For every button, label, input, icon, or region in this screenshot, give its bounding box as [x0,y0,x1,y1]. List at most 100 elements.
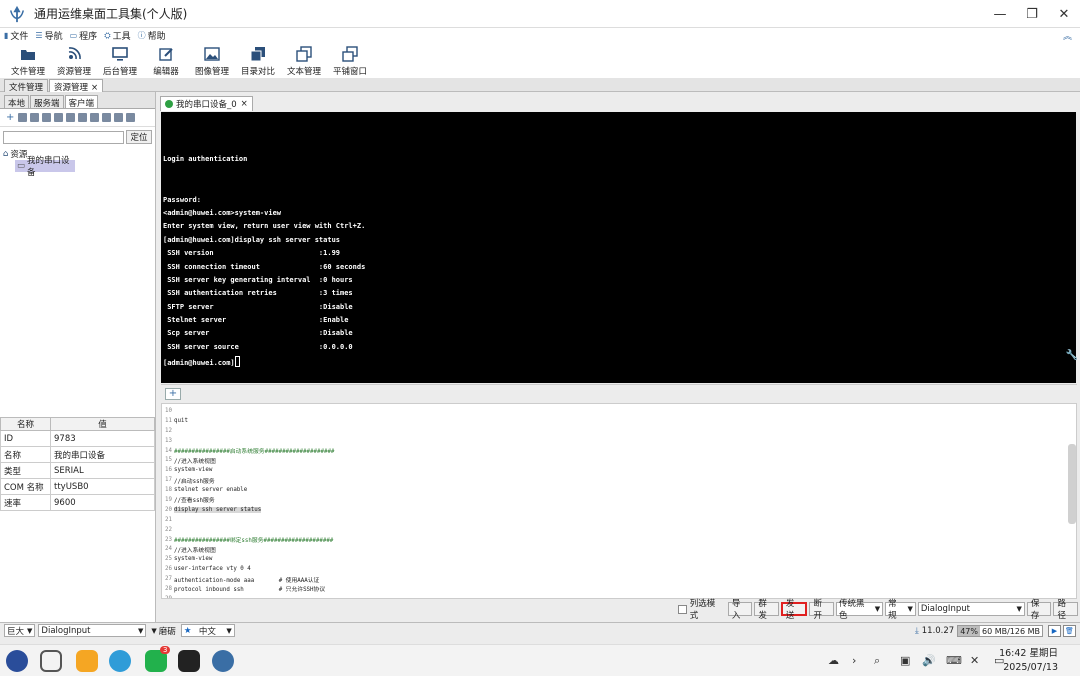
login-icon[interactable] [30,113,39,122]
toolbar-resource-manager[interactable]: 资源管理 [52,43,96,78]
multitask-icon[interactable] [40,650,62,672]
send-button[interactable]: 发送 [780,599,808,621]
toolbar-dir-compare[interactable]: 目录对比 [236,43,280,78]
broadcast-button[interactable]: 群发 [754,599,779,621]
import-icon[interactable] [102,113,111,122]
menu-navigate[interactable]: ☰ 导航 [35,29,62,42]
table-row[interactable]: ID 9783 [0,430,155,447]
list-item: 15//进入系统视图 [165,457,216,465]
menu-file[interactable]: ▮ 文件 [4,29,28,42]
import-button[interactable]: 导入 [727,599,753,621]
new-folder-icon[interactable] [18,113,27,122]
tab-server[interactable]: 服务端 [30,95,64,109]
theme-select[interactable]: 传统黑色 ▼ [835,599,884,621]
terminal-line: SSH server key generating interval :0 ho… [163,275,353,284]
tab-local[interactable]: 本地 [4,95,30,109]
copy-icon[interactable] [66,113,75,122]
screenshot-icon[interactable]: ▣ [900,654,910,667]
list-item: 14 ################启动系统服务################… [165,447,335,456]
toolbar-editor[interactable]: 编辑器 [144,43,188,78]
refresh-icon[interactable] [126,113,135,122]
list-mode-checkbox[interactable] [678,604,687,614]
add-button[interactable]: + [165,388,181,400]
path-button[interactable]: 路径 [1053,599,1078,621]
style-select[interactable]: ▼ 磨砺 [149,624,177,637]
search-icon[interactable]: ⌕ [874,654,880,668]
list-mode-label: 列选模式 [689,599,716,621]
table-row[interactable]: 名称 我的串口设备 [0,446,155,463]
toolbar-image-manager[interactable]: 图像管理 [190,43,234,78]
compare-icon [250,47,265,62]
keyboard-icon[interactable]: ⌨ [946,654,962,667]
terminal-line: Enter system view, return user view with… [163,222,366,231]
filter-icon[interactable] [90,113,99,122]
disconnect-button[interactable]: 断开 [809,599,834,621]
language-select[interactable]: ★ 中文 ▼ [180,624,235,637]
font-family-select[interactable]: DialogInput ▼ [38,624,147,637]
memory-usage: 60 MB/126 MB [979,626,1042,636]
edit-icon[interactable] [42,113,51,122]
menu-tools[interactable]: ⛭ 工具 [104,29,130,43]
terminal-output[interactable]: Login authentication Password: <admin@hu… [161,112,1076,383]
tab-file-manager[interactable]: 文件管理 [4,79,49,93]
session-panel: 我的串口设备_0 × Login authentication Password… [158,92,1080,622]
tools-icon: ⛭ [104,30,111,40]
browser-app-icon[interactable] [109,650,131,672]
list-icon: ☰ [35,31,43,40]
add-icon[interactable]: + [6,113,15,123]
toolbar-tile-windows[interactable]: 平铺窗口 [328,43,372,78]
menu-help[interactable]: ⓘ 帮助 [138,29,166,42]
module-tabs: 文件管理 资源管理 × [0,78,1080,93]
chevron-down-icon: ▼ [151,626,157,635]
tree-search-input[interactable] [3,130,124,144]
edit-icon [159,48,173,61]
system-clock[interactable]: 16:42 星期日 2025/07/13 [999,647,1058,675]
locate-button[interactable]: 定位 [126,130,152,144]
cloud-icon[interactable]: ☁ [828,654,839,667]
toolbar-file-manager[interactable]: 文件管理 [6,43,50,78]
delete-icon[interactable] [54,113,63,122]
menu-program[interactable]: ▭ 程序 [70,29,98,42]
font-select[interactable]: DialogInput ▼ [917,602,1025,616]
editor-scrollbar[interactable] [1068,444,1076,524]
table-row[interactable]: 类型 SERIAL [0,462,155,479]
tab-resource-manager[interactable]: 资源管理 × [49,79,104,93]
restore-button[interactable]: ❐ [1016,0,1048,28]
list-item: 12 [165,427,172,434]
play-icon[interactable]: ▶ [1048,625,1061,637]
windows-icon [342,46,358,62]
notification-badge: 3 [160,646,171,654]
toolbar-backend-manager[interactable]: 后台管理 [98,43,142,78]
tree-node-serial-device[interactable]: ▭ 我的串口设备 [15,156,75,178]
close-tab-icon[interactable]: × [241,99,248,109]
files-app-icon[interactable] [76,650,98,672]
export-icon[interactable] [114,113,123,122]
network-off-icon[interactable]: ✕ [970,654,979,667]
trash-icon[interactable]: 🗑 [1063,625,1076,637]
chevron-right-icon[interactable]: › [852,654,856,667]
minimize-button[interactable]: — [984,0,1016,28]
tab-serial-session[interactable]: 我的串口设备_0 × [160,96,253,111]
tree-node-root[interactable]: ⌂ 资源 [3,148,152,160]
close-button[interactable]: ✕ [1048,0,1080,28]
terminal-app-icon[interactable] [178,650,200,672]
volume-icon[interactable]: 🔊 [922,654,936,667]
menu-bar: ▮ 文件 ☰ 导航 ▭ 程序 ⛭ 工具 ⓘ 帮助 ︽ [0,28,1080,43]
mode-select[interactable]: 常规 ▼ [885,599,916,621]
move-icon[interactable] [78,113,87,122]
tab-client[interactable]: 客户端 [64,95,99,109]
collapse-ribbon-icon[interactable]: ︽ [1063,29,1072,42]
size-select[interactable]: 巨大 ▼ [4,624,36,637]
terminal-line: SSH connection timeout :60 seconds [163,262,366,271]
table-row[interactable]: 速率 9600 [0,494,155,511]
table-row[interactable]: COM 名称 ttyUSB0 [0,478,155,495]
command-editor[interactable]: 10 11 quit 12 13 14 ################启动系统服务… [161,403,1077,599]
ops-tool-app-icon[interactable] [212,650,234,672]
toolbar-text-manager[interactable]: 文本管理 [282,43,326,78]
list-item: 21 [165,516,172,523]
copy-icon [296,46,312,62]
editor-toolbar: + [161,384,1077,402]
save-button[interactable]: 保存 [1026,599,1052,621]
launcher-icon[interactable] [6,650,28,672]
wrench-icon[interactable]: 🔧 [1066,350,1078,361]
